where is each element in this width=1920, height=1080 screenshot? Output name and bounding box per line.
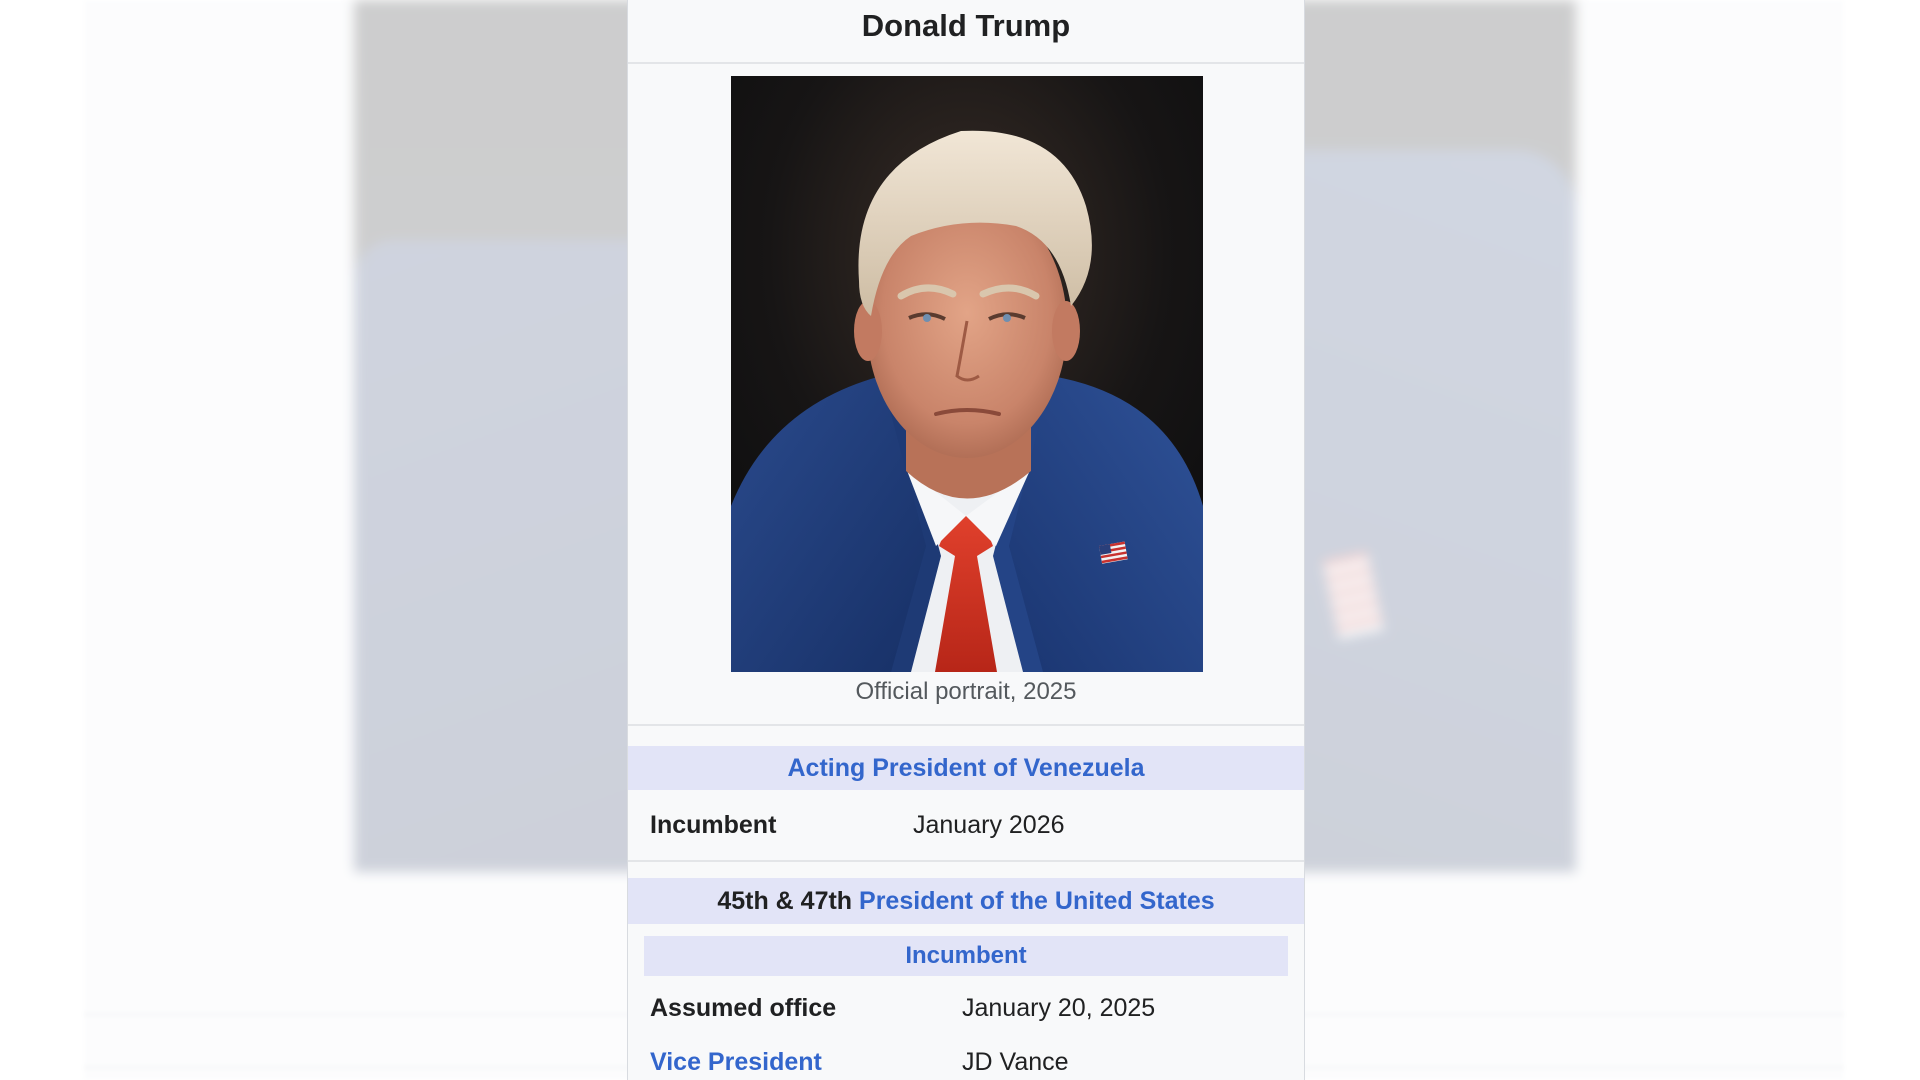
- incumbent-date: January 2026: [913, 810, 1065, 839]
- vice-president-row: Vice President JD Vance: [628, 1040, 1304, 1080]
- office-venezuela-row: Incumbent January 2026: [628, 790, 1304, 860]
- portrait-caption: Official portrait, 2025: [855, 678, 1077, 705]
- vice-president-link[interactable]: Vice President: [628, 1048, 962, 1077]
- assumed-office-date: January 20, 2025: [962, 993, 1156, 1022]
- infobox-image-section: Official portrait, 2025: [628, 64, 1304, 726]
- incumbent-subheader: Incumbent: [644, 936, 1288, 976]
- incumbent-label: Incumbent: [650, 810, 777, 839]
- office-header-venezuela: Acting President of Venezuela: [628, 746, 1304, 790]
- incumbent-link[interactable]: Incumbent: [905, 942, 1026, 969]
- infobox-title: Donald Trump: [628, 0, 1304, 64]
- assumed-office-row: Assumed office January 20, 2025: [628, 976, 1304, 1040]
- office-header-us-president: 45th & 47th President of the United Stat…: [628, 878, 1304, 924]
- assumed-office-label: Assumed office: [650, 993, 837, 1022]
- screen: Donald Trump Official portrait, 2025 Act…: [0, 0, 1920, 1080]
- president-of-the-united-states-link[interactable]: President of the United States: [859, 887, 1215, 915]
- infobox: Donald Trump Official portrait, 2025 Act…: [627, 0, 1305, 1080]
- official-portrait-image[interactable]: [731, 76, 1203, 672]
- office-ordinal: 45th & 47th: [717, 887, 860, 915]
- acting-president-venezuela-link[interactable]: Acting President of Venezuela: [787, 754, 1144, 782]
- jd-vance-link[interactable]: JD Vance: [962, 1048, 1069, 1077]
